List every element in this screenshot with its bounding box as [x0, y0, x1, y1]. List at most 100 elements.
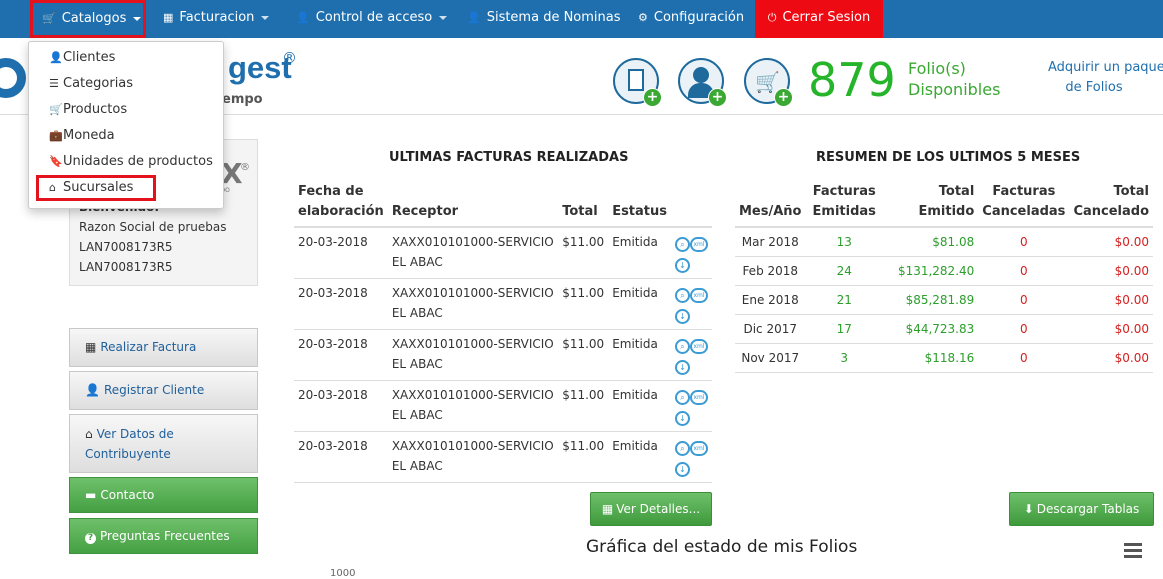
- folio-label-line2: Disponibles: [908, 80, 1001, 99]
- menu-item-unidades[interactable]: 🔖Unidades de productos: [49, 154, 213, 169]
- nav-sistema-nominas[interactable]: 👤 Sistema de Nominas: [467, 0, 621, 38]
- list-icon: ☰: [49, 77, 59, 90]
- factura-row: 20-03-2018 XAXX010101000-SERVICIO EL ABAC…: [294, 227, 712, 279]
- cell-total-emitido: $44,723.83: [882, 314, 979, 344]
- menu-item-moneda[interactable]: 💼Moneda: [49, 128, 115, 143]
- nav-catalogos[interactable]: 🛒 Catalogos: [30, 0, 146, 38]
- grafica-title: Gráfica del estado de mis Folios: [586, 537, 858, 557]
- user-icon: 👤: [85, 383, 100, 397]
- cell-receptor: XAXX010101000-SERVICIO EL ABAC: [387, 227, 559, 279]
- facturas-header-row: Fecha de elaboración Receptor Total Esta…: [294, 178, 712, 228]
- chart-menu-icon[interactable]: [1124, 543, 1142, 561]
- nav-facturacion[interactable]: ▦ Facturacion: [163, 0, 270, 38]
- qrcode-icon: ▦: [601, 502, 614, 516]
- user-icon: 👤: [296, 11, 310, 24]
- menu-item-categorias[interactable]: ☰ Categorias: [49, 76, 133, 91]
- download-icon[interactable]: ↓: [675, 411, 690, 426]
- col-canceladas: Facturas Canceladas: [978, 178, 1070, 228]
- download-icon[interactable]: ↓: [675, 258, 690, 273]
- cell-emitidas: 3: [805, 343, 883, 373]
- search-icon[interactable]: ⌕: [675, 441, 690, 456]
- cell-total-cancelado: $0.00: [1069, 314, 1153, 344]
- cell-total-emitido: $85,281.89: [882, 285, 979, 315]
- new-product-button[interactable]: 🛒 +: [744, 58, 793, 107]
- cell-canceladas: 0: [978, 227, 1070, 257]
- search-icon[interactable]: ⌕: [675, 390, 690, 405]
- plus-icon: +: [774, 88, 793, 107]
- nav-configuracion[interactable]: ⚙ Configuración: [638, 0, 744, 38]
- cell-acciones: ⌕ xml ↓: [671, 278, 712, 330]
- cell-estatus: Emitida: [608, 278, 671, 330]
- xml-icon[interactable]: xml: [690, 288, 708, 303]
- cell-total: $11.00: [558, 431, 609, 483]
- ver-datos-label-2: Contribuyente: [85, 447, 171, 461]
- comment-icon: ▬: [85, 488, 97, 502]
- cell-estatus: Emitida: [608, 431, 671, 483]
- download-icon[interactable]: ↓: [675, 360, 690, 375]
- cell-fecha: 20-03-2018: [294, 227, 388, 279]
- menu-item-clientes[interactable]: 👤Clientes: [49, 50, 115, 65]
- col-fecha: Fecha de elaboración: [294, 178, 388, 228]
- top-navbar: 🛒 Catalogos ▦ Facturacion 👤 Control de acce…: [0, 0, 1163, 38]
- resumen-header-row: Mes/Año Facturas Emitidas Total Emitido …: [735, 178, 1153, 228]
- new-client-button[interactable]: +: [678, 58, 727, 107]
- col-mes: Mes/Año: [735, 178, 806, 228]
- cell-canceladas: 0: [978, 285, 1070, 315]
- logo-tagline: empo: [222, 92, 263, 107]
- resumen-row: Ene 2018 21 $85,281.89 0 $0.00: [735, 285, 1153, 315]
- cell-total: $11.00: [558, 329, 609, 381]
- logout-button[interactable]: ⏻ Cerrar Sesion: [755, 0, 883, 38]
- realizar-factura-button[interactable]: ▦ Realizar Factura: [69, 328, 258, 367]
- cell-emitidas: 13: [805, 227, 883, 257]
- folio-count: 879: [808, 53, 896, 107]
- contacto-button[interactable]: ▬ Contacto: [69, 477, 258, 513]
- search-icon[interactable]: ⌕: [675, 237, 690, 252]
- xml-icon[interactable]: xml: [690, 339, 708, 354]
- cell-fecha: 20-03-2018: [294, 380, 388, 432]
- factura-row: 20-03-2018 XAXX010101000-SERVICIO EL ABAC…: [294, 431, 712, 483]
- briefcase-icon: 💼: [49, 129, 63, 142]
- nav-config-label: Configuración: [653, 10, 745, 25]
- cell-mes: Ene 2018: [735, 285, 806, 315]
- registrar-cliente-button[interactable]: 👤 Registrar Cliente: [69, 371, 258, 410]
- user-icon: 👤: [467, 11, 481, 24]
- new-invoice-button[interactable]: +: [613, 58, 662, 107]
- ver-datos-button[interactable]: ⌂ Ver Datos de Contribuyente: [69, 414, 258, 473]
- factura-row: 20-03-2018 XAXX010101000-SERVICIO EL ABAC…: [294, 278, 712, 330]
- realizar-factura-label: Realizar Factura: [100, 340, 197, 354]
- cart-icon: 🛒: [42, 12, 56, 25]
- col-total-cancelado: Total Cancelado: [1069, 178, 1153, 228]
- cell-emitidas: 21: [805, 285, 883, 315]
- xml-icon[interactable]: xml: [690, 441, 708, 456]
- buy-folios-line1: Adquirir un paquete: [1048, 60, 1163, 75]
- cell-canceladas: 0: [978, 314, 1070, 344]
- facturas-title: ULTIMAS FACTURAS REALIZADAS: [389, 150, 629, 165]
- buy-folios-link[interactable]: Adquirir un paquete de Folios: [1048, 58, 1163, 98]
- qrcode-icon: ▦: [163, 11, 174, 24]
- nav-control-acceso[interactable]: 👤 Control de acceso: [296, 0, 448, 38]
- download-icon[interactable]: ↓: [675, 462, 690, 477]
- menu-item-label: Clientes: [63, 50, 116, 65]
- search-icon[interactable]: ⌕: [675, 339, 690, 354]
- cell-canceladas: 0: [978, 343, 1070, 373]
- download-icon: ⬇: [1023, 502, 1034, 516]
- menu-item-productos[interactable]: 🛒Productos: [49, 102, 127, 117]
- ver-detalles-button[interactable]: ▦ Ver Detalles...: [590, 492, 712, 526]
- preguntas-button[interactable]: ? Preguntas Frecuentes: [69, 518, 258, 554]
- catalogos-dropdown: 👤Clientes ☰ Categorias 🛒Productos 💼Moneda…: [28, 41, 224, 209]
- download-icon[interactable]: ↓: [675, 309, 690, 324]
- factura-row: 20-03-2018 XAXX010101000-SERVICIO EL ABAC…: [294, 380, 712, 432]
- ver-datos-label-1: Ver Datos de: [96, 427, 174, 441]
- descargar-tablas-button[interactable]: ⬇ Descargar Tablas: [1009, 492, 1154, 526]
- cell-total-emitido: $118.16: [882, 343, 979, 373]
- cell-mes: Nov 2017: [735, 343, 806, 373]
- search-icon[interactable]: ⌕: [675, 288, 690, 303]
- facturas-table: Fecha de elaboración Receptor Total Esta…: [294, 178, 712, 483]
- xml-icon[interactable]: xml: [690, 390, 708, 405]
- resumen-row: Nov 2017 3 $118.16 0 $0.00: [735, 343, 1153, 373]
- nav-facturacion-label: Facturacion: [179, 10, 255, 25]
- folio-label: Folio(s) Disponibles: [908, 58, 1000, 100]
- cell-mes: Mar 2018: [735, 227, 806, 257]
- xml-icon[interactable]: xml: [690, 237, 708, 252]
- logout-label: Cerrar Sesion: [782, 10, 871, 25]
